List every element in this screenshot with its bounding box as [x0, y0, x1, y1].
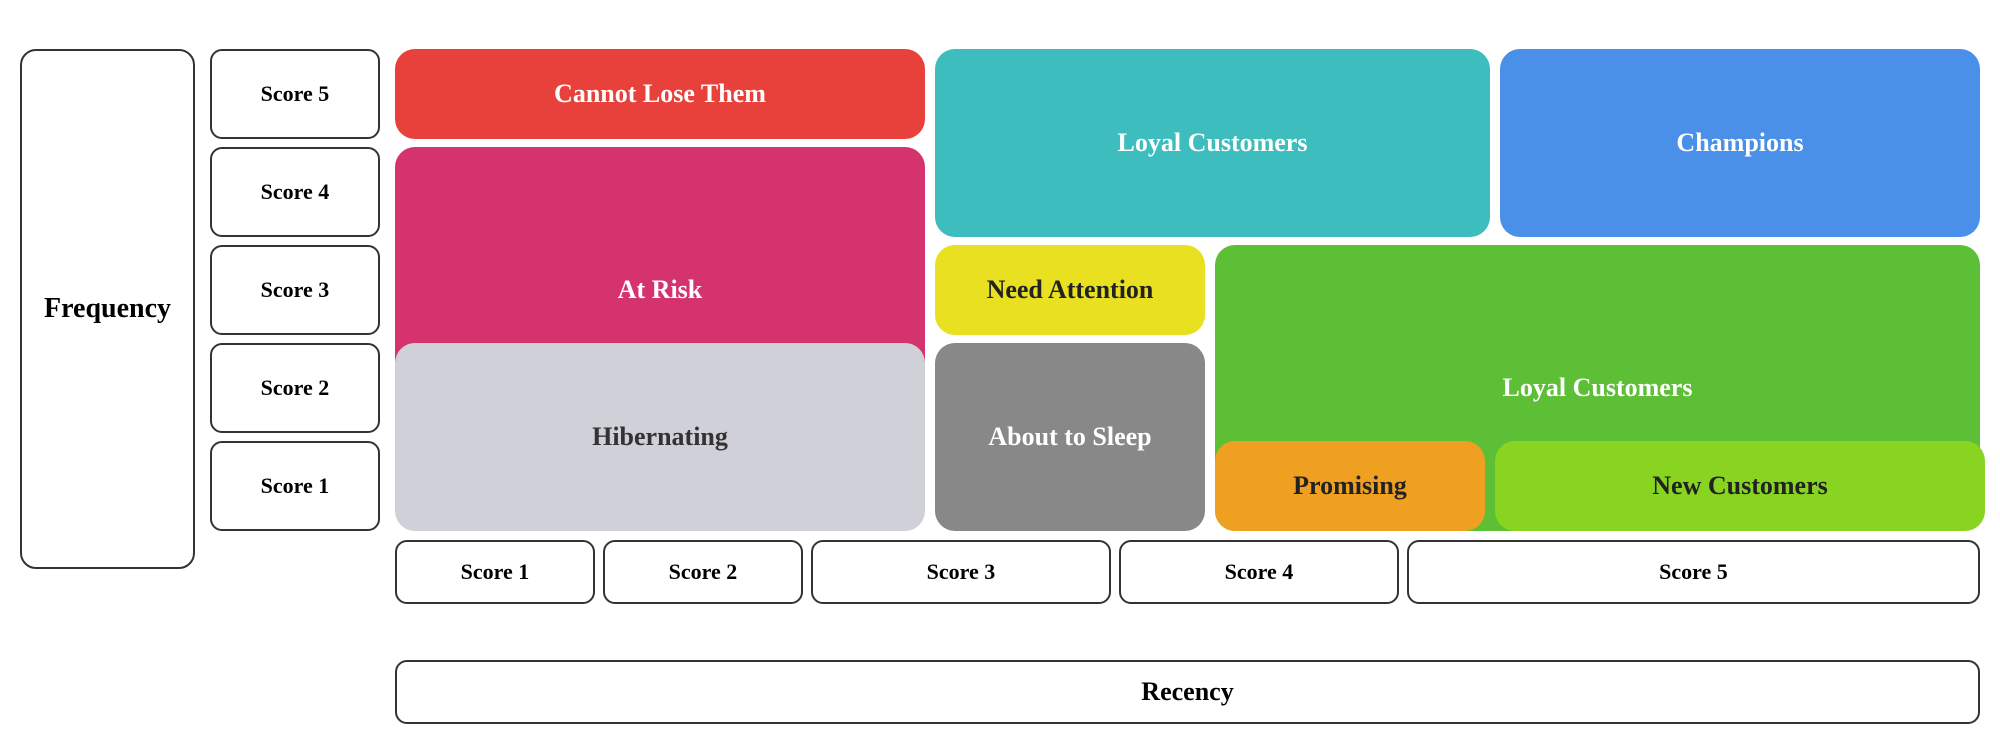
segment-loyal-customers-top: Loyal Customers	[935, 49, 1490, 237]
score-v-2: Score 2	[210, 343, 380, 433]
segment-hibernating: Hibernating	[395, 343, 925, 531]
recency-label: Recency	[395, 660, 1980, 724]
score-v-5: Score 5	[210, 49, 380, 139]
score-h-5: Score 5	[1407, 540, 1980, 604]
score-v-4: Score 4	[210, 147, 380, 237]
frequency-label: Frequency	[20, 49, 195, 569]
segment-promising: Promising	[1215, 441, 1485, 531]
recency-text: Recency	[1141, 677, 1233, 707]
segment-champions: Champions	[1500, 49, 1980, 237]
score-h-1: Score 1	[395, 540, 595, 604]
segment-new-customers: New Customers	[1495, 441, 1985, 531]
segment-need-attention: Need Attention	[935, 245, 1205, 335]
score-h-2: Score 2	[603, 540, 803, 604]
segment-cannot-lose: Cannot Lose Them	[395, 49, 925, 139]
frequency-text: Frequency	[44, 293, 171, 325]
score-v-3: Score 3	[210, 245, 380, 335]
rfm-chart: Frequency Score 5 Score 4 Score 3 Score …	[20, 19, 1980, 734]
segment-about-to-sleep: About to Sleep	[935, 343, 1205, 531]
score-h-4: Score 4	[1119, 540, 1399, 604]
score-v-1: Score 1	[210, 441, 380, 531]
score-h-3: Score 3	[811, 540, 1111, 604]
